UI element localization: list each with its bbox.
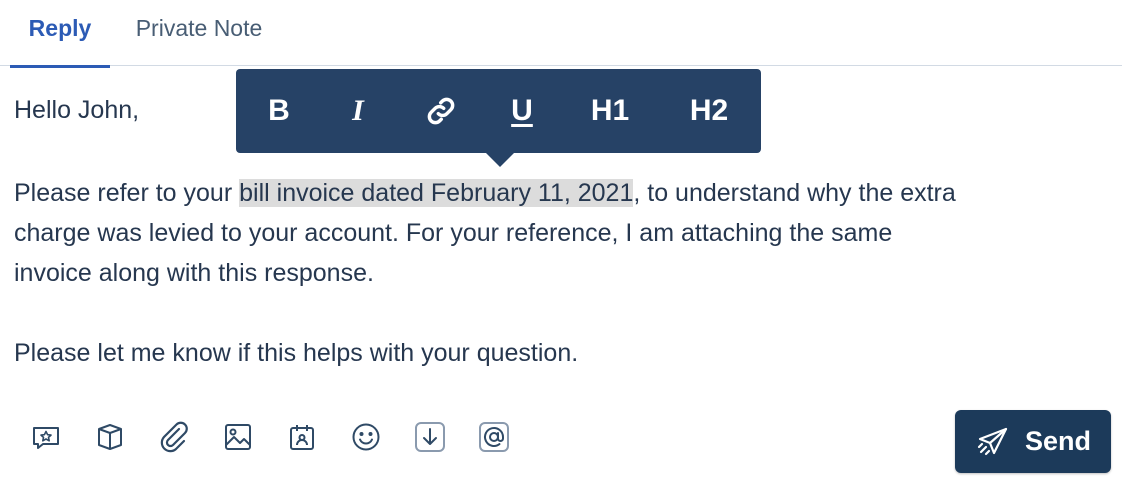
link-button[interactable] [421, 91, 461, 131]
underline-button[interactable]: U [504, 91, 540, 131]
download-icon[interactable] [413, 420, 447, 454]
send-label: Send [1025, 426, 1092, 456]
send-button[interactable]: Send [955, 410, 1111, 473]
compose-tabs: Reply Private Note [0, 0, 1122, 68]
paragraph-line: charge was levied to your account. For y… [14, 219, 893, 247]
selected-text: bill invoice dated February 11, 2021 [239, 179, 634, 207]
paragraph-line: invoice along with this response. [14, 259, 374, 287]
italic-button[interactable]: I [340, 91, 376, 131]
calendar-icon[interactable] [285, 420, 319, 454]
heading2-button[interactable]: H2 [682, 91, 736, 131]
knowledge-base-icon[interactable] [93, 420, 127, 454]
paragraph-line: Please let me know if this helps with yo… [14, 339, 579, 367]
paragraph-text: Please refer to your [14, 179, 240, 207]
link-icon [427, 97, 455, 125]
tab-private-note[interactable]: Private Note [124, 0, 274, 66]
paragraph-text: , to understand why the extra [633, 179, 956, 207]
paper-plane-icon [977, 427, 1008, 456]
image-icon[interactable] [221, 420, 255, 454]
bold-button[interactable]: B [261, 91, 297, 131]
attachment-icon[interactable] [157, 420, 191, 454]
emoji-icon[interactable] [349, 420, 383, 454]
compose-footer: Send [0, 400, 1122, 484]
format-toolbar: B I U H1 H2 [236, 69, 761, 167]
canned-response-icon[interactable] [29, 420, 63, 454]
heading1-button[interactable]: H1 [584, 91, 636, 131]
paragraph-line: Please refer to your bill invoice dated … [14, 173, 1114, 213]
mention-icon[interactable] [477, 420, 511, 454]
tab-reply[interactable]: Reply [10, 0, 110, 68]
